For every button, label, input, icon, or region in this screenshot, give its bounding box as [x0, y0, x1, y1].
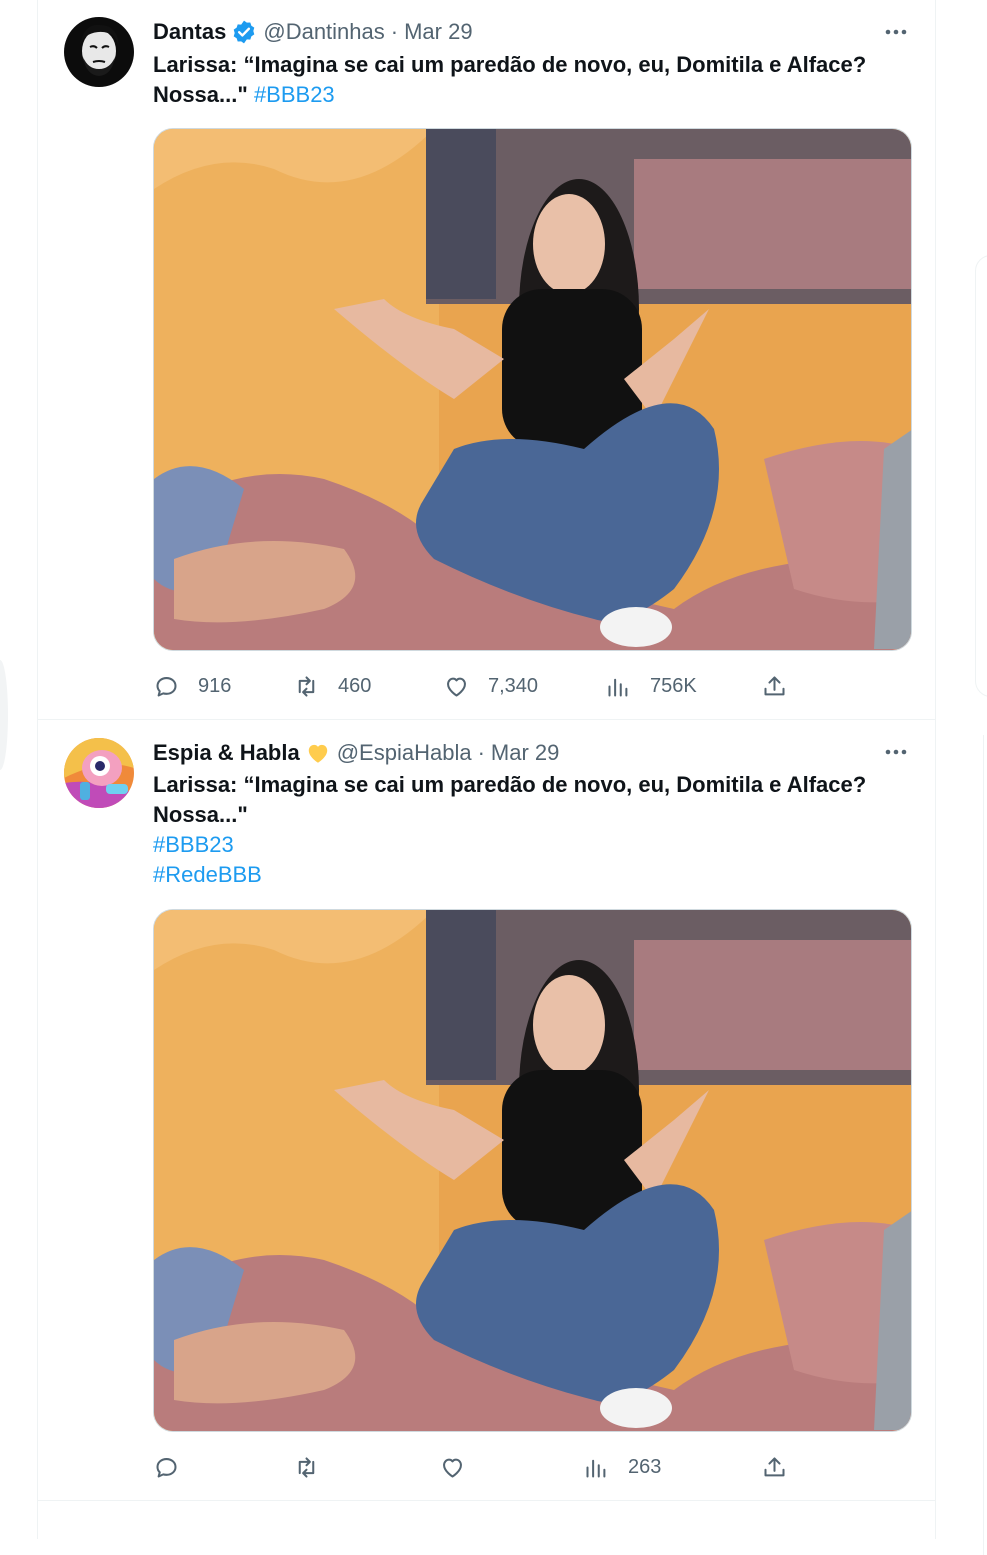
tweet-actions: 916 460 7,340 756K: [153, 668, 913, 704]
media-photo: [154, 129, 911, 650]
avatar[interactable]: [64, 738, 134, 808]
avatar-image: [64, 738, 134, 808]
tweet-text: Larissa: “Imagina se cai um paredão de n…: [153, 50, 913, 110]
hashtag-link[interactable]: #BBB23: [153, 830, 913, 860]
right-rail-edge: [983, 735, 987, 1555]
right-rail-card-edge: [975, 255, 987, 697]
avatar-image: [64, 17, 134, 87]
views-count: 263: [628, 1455, 662, 1478]
repost-icon: [298, 1456, 315, 1478]
views-button[interactable]: 756K: [605, 668, 697, 704]
reply-button[interactable]: 916: [153, 668, 231, 704]
timestamp[interactable]: Mar 29: [404, 19, 472, 45]
reply-icon: [156, 1457, 177, 1478]
more-options-icon[interactable]: [883, 740, 909, 764]
display-name[interactable]: Dantas: [153, 19, 226, 45]
share-icon: [764, 675, 785, 695]
handle[interactable]: @Dantinhas: [263, 19, 384, 45]
tweet-body: Larissa: “Imagina se cai um paredão de n…: [153, 772, 867, 827]
views-button[interactable]: 263: [583, 1449, 661, 1485]
tweet-header: Dantas @Dantinhas · Mar 29: [153, 18, 473, 46]
tweet-media-image[interactable]: [153, 909, 912, 1432]
handle[interactable]: @EspiaHabla: [337, 740, 472, 766]
views-icon: [586, 1459, 606, 1478]
repost-button[interactable]: 460: [293, 668, 371, 704]
repost-icon: [298, 675, 315, 697]
reply-count: 916: [198, 674, 232, 697]
tweet-media-image[interactable]: [153, 128, 912, 651]
left-edge-shadow: [0, 660, 8, 770]
tweet-actions: 263: [153, 1449, 913, 1485]
hashtag-link[interactable]: #RedeBBB: [153, 860, 913, 890]
tweet-text: Larissa: “Imagina se cai um paredão de n…: [153, 770, 913, 890]
share-button[interactable]: [761, 668, 788, 704]
repost-button[interactable]: [293, 1449, 338, 1485]
like-count: 7,340: [488, 674, 539, 697]
more-options-icon[interactable]: [883, 20, 909, 44]
repost-count: 460: [338, 674, 372, 697]
share-button[interactable]: [761, 1449, 788, 1485]
views-count: 756K: [650, 674, 697, 697]
timestamp[interactable]: Mar 29: [491, 740, 559, 766]
tweet-header: Espia & Habla @EspiaHabla · Mar 29: [153, 739, 559, 767]
views-icon: [608, 678, 628, 697]
reply-icon: [156, 676, 177, 697]
tweet[interactable]: Espia & Habla @EspiaHabla · Mar 29 Laris…: [38, 720, 935, 1501]
tweet[interactable]: Dantas @Dantinhas · Mar 29 Larissa: “Ima…: [38, 0, 935, 720]
reply-button[interactable]: [153, 1449, 198, 1485]
heart-icon: [443, 1458, 462, 1478]
hashtag-link[interactable]: #BBB23: [254, 82, 335, 107]
like-button[interactable]: 7,340: [443, 668, 538, 704]
like-button[interactable]: [439, 1449, 484, 1485]
verified-badge-icon: [231, 19, 257, 45]
avatar[interactable]: [64, 17, 134, 87]
yellow-heart-icon: [305, 740, 331, 766]
display-name[interactable]: Espia & Habla: [153, 740, 300, 766]
heart-icon: [447, 677, 466, 697]
share-icon: [764, 1456, 785, 1476]
separator-dot: ·: [477, 740, 485, 765]
separator-dot: ·: [390, 19, 399, 44]
timeline: Dantas @Dantinhas · Mar 29 Larissa: “Ima…: [37, 0, 936, 1539]
media-photo: [154, 910, 911, 1431]
